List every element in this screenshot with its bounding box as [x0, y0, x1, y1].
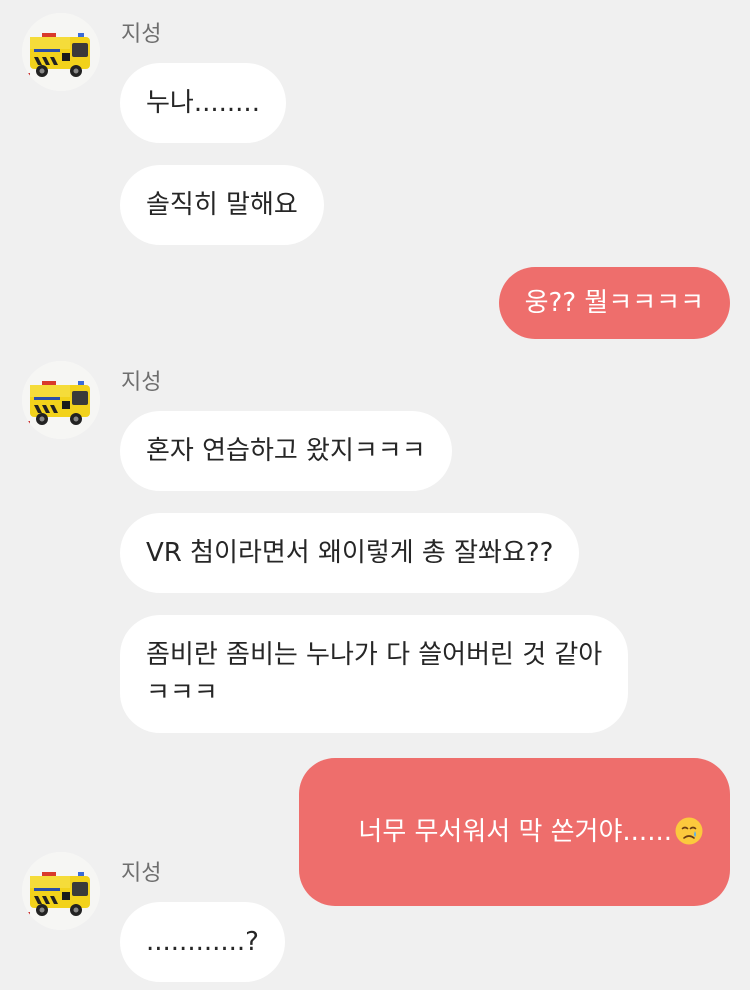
outgoing-message-text: 너무 무서워서 막 쏜거야......	[358, 817, 672, 847]
incoming-message[interactable]: VR 첨이라면서 왜이렇게 총 잘쏴요??	[120, 513, 580, 593]
sender-name: 지성	[121, 22, 162, 47]
ambulance-icon[interactable]	[22, 361, 100, 439]
crying-face-icon	[674, 816, 704, 846]
sender-name: 지성	[121, 370, 162, 395]
incoming-message[interactable]: 누나........	[120, 63, 286, 143]
sender-name: 지성	[121, 861, 162, 886]
ambulance-icon[interactable]	[22, 13, 100, 91]
incoming-message[interactable]: 혼자 연습하고 왔지ㅋㅋㅋ	[120, 411, 452, 491]
outgoing-message[interactable]: 웅?? 뭘ㅋㅋㅋㅋ	[498, 267, 730, 339]
incoming-message[interactable]: 솔직히 말해요	[120, 165, 324, 245]
ambulance-icon[interactable]	[22, 852, 100, 930]
chat-thread: 지성 누나........ 솔직히 말해요 웅?? 뭘ㅋㅋㅋㅋ 지성 혼자 연습…	[0, 0, 750, 990]
outgoing-message[interactable]: 너무 무서워서 막 쏜거야......	[299, 758, 730, 906]
incoming-message[interactable]: 좀비란 좀비는 누나가 다 쓸어버린 것 같아 ㅋㅋㅋ	[120, 615, 629, 733]
incoming-message[interactable]: ............?	[120, 902, 285, 982]
